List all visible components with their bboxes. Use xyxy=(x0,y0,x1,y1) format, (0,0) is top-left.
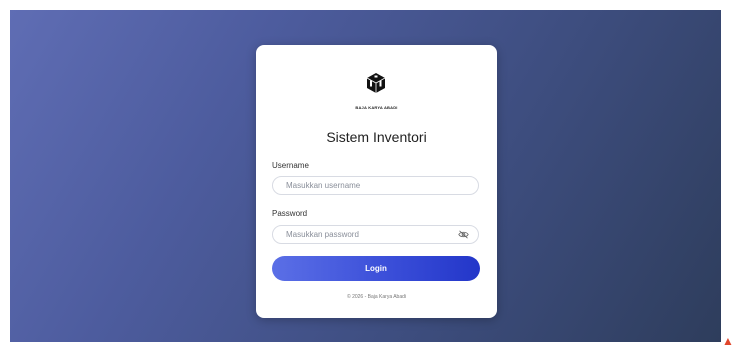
password-input[interactable]: Masukkan password xyxy=(272,225,479,244)
cube-logo-icon xyxy=(366,73,386,93)
login-button[interactable]: Login xyxy=(272,256,480,281)
username-placeholder: Masukkan username xyxy=(286,181,361,190)
username-label: Username xyxy=(272,161,309,170)
login-card: BAJA KARYA ABADI Sistem Inventori Userna… xyxy=(256,45,497,318)
username-input[interactable]: Masukkan username xyxy=(272,176,479,195)
footer-copyright: © 2026 - Baja Karya Abadi xyxy=(347,294,406,300)
page-title: Sistem Inventori xyxy=(326,129,427,145)
corner-logo-icon: ▲ xyxy=(722,334,732,348)
eye-off-icon[interactable] xyxy=(458,230,469,239)
password-label: Password xyxy=(272,209,308,218)
browser-top-strip xyxy=(0,0,732,10)
password-placeholder: Masukkan password xyxy=(286,230,359,239)
brand-name: BAJA KARYA ABADI xyxy=(355,105,398,110)
